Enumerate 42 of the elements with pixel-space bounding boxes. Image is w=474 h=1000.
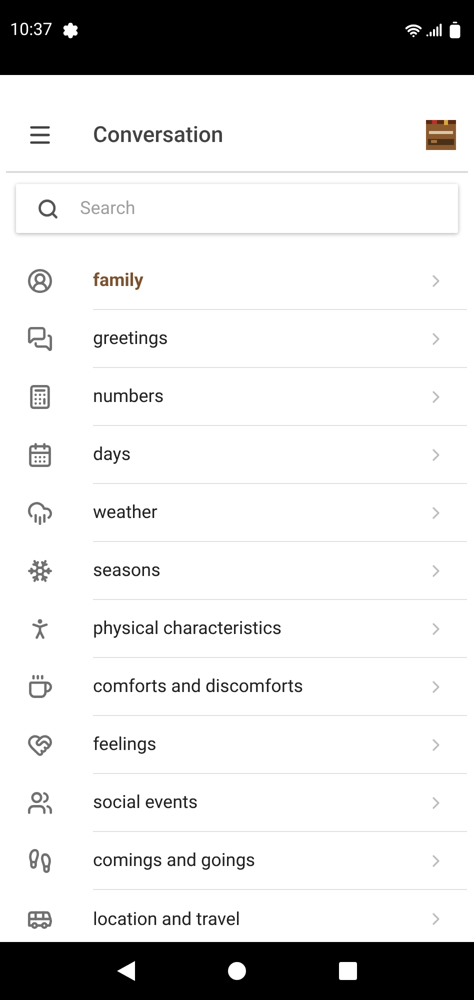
topic-item[interactable]: social events xyxy=(0,774,474,832)
chat-bubbles-icon xyxy=(26,326,52,352)
back-button[interactable] xyxy=(116,961,135,981)
topic-label: greetings xyxy=(93,327,169,351)
signal-icon xyxy=(426,22,442,38)
topic-label: seasons xyxy=(93,559,162,583)
topic-label: physical characteristics xyxy=(93,617,283,641)
topic-item[interactable]: family xyxy=(0,252,474,310)
topic-item[interactable]: weather xyxy=(0,484,474,542)
search-field[interactable]: Search xyxy=(80,195,458,222)
snowflake-icon xyxy=(26,558,52,584)
topic-item[interactable]: location and travel xyxy=(0,890,474,942)
topic-label: social events xyxy=(93,791,199,815)
topic-item[interactable]: greetings xyxy=(0,310,474,368)
user-icon xyxy=(26,268,52,294)
topic-label: family xyxy=(93,269,144,293)
topic-label: comforts and discomforts xyxy=(93,675,304,699)
topic-item[interactable]: feelings xyxy=(0,716,474,774)
recents-button[interactable] xyxy=(339,962,358,980)
people-icon xyxy=(26,790,52,816)
topic-item[interactable]: seasons xyxy=(0,542,474,600)
topic-item[interactable]: comings and goings xyxy=(0,832,474,890)
topic-label: weather xyxy=(93,501,158,525)
topic-item[interactable]: numbers xyxy=(0,368,474,426)
topic-label: comings and goings xyxy=(93,849,256,873)
cup-icon xyxy=(26,674,52,700)
wifi-icon xyxy=(405,22,422,38)
status-time: 10:37 xyxy=(10,19,52,41)
calendar-icon xyxy=(26,442,52,468)
search-icon xyxy=(37,198,59,220)
footprints-icon xyxy=(26,848,52,874)
topic-label: feelings xyxy=(93,733,158,757)
topic-item[interactable]: comforts and discomforts xyxy=(0,658,474,716)
topic-label: numbers xyxy=(93,385,165,409)
topic-item[interactable]: days xyxy=(0,426,474,484)
settings-icon xyxy=(62,22,80,38)
home-button[interactable] xyxy=(228,962,246,980)
topic-label: days xyxy=(93,443,132,467)
topic-item[interactable]: physical characteristics xyxy=(0,600,474,658)
app-title: Conversation xyxy=(93,122,224,150)
topic-label: location and travel xyxy=(93,908,241,932)
rain-cloud-icon xyxy=(26,500,52,526)
